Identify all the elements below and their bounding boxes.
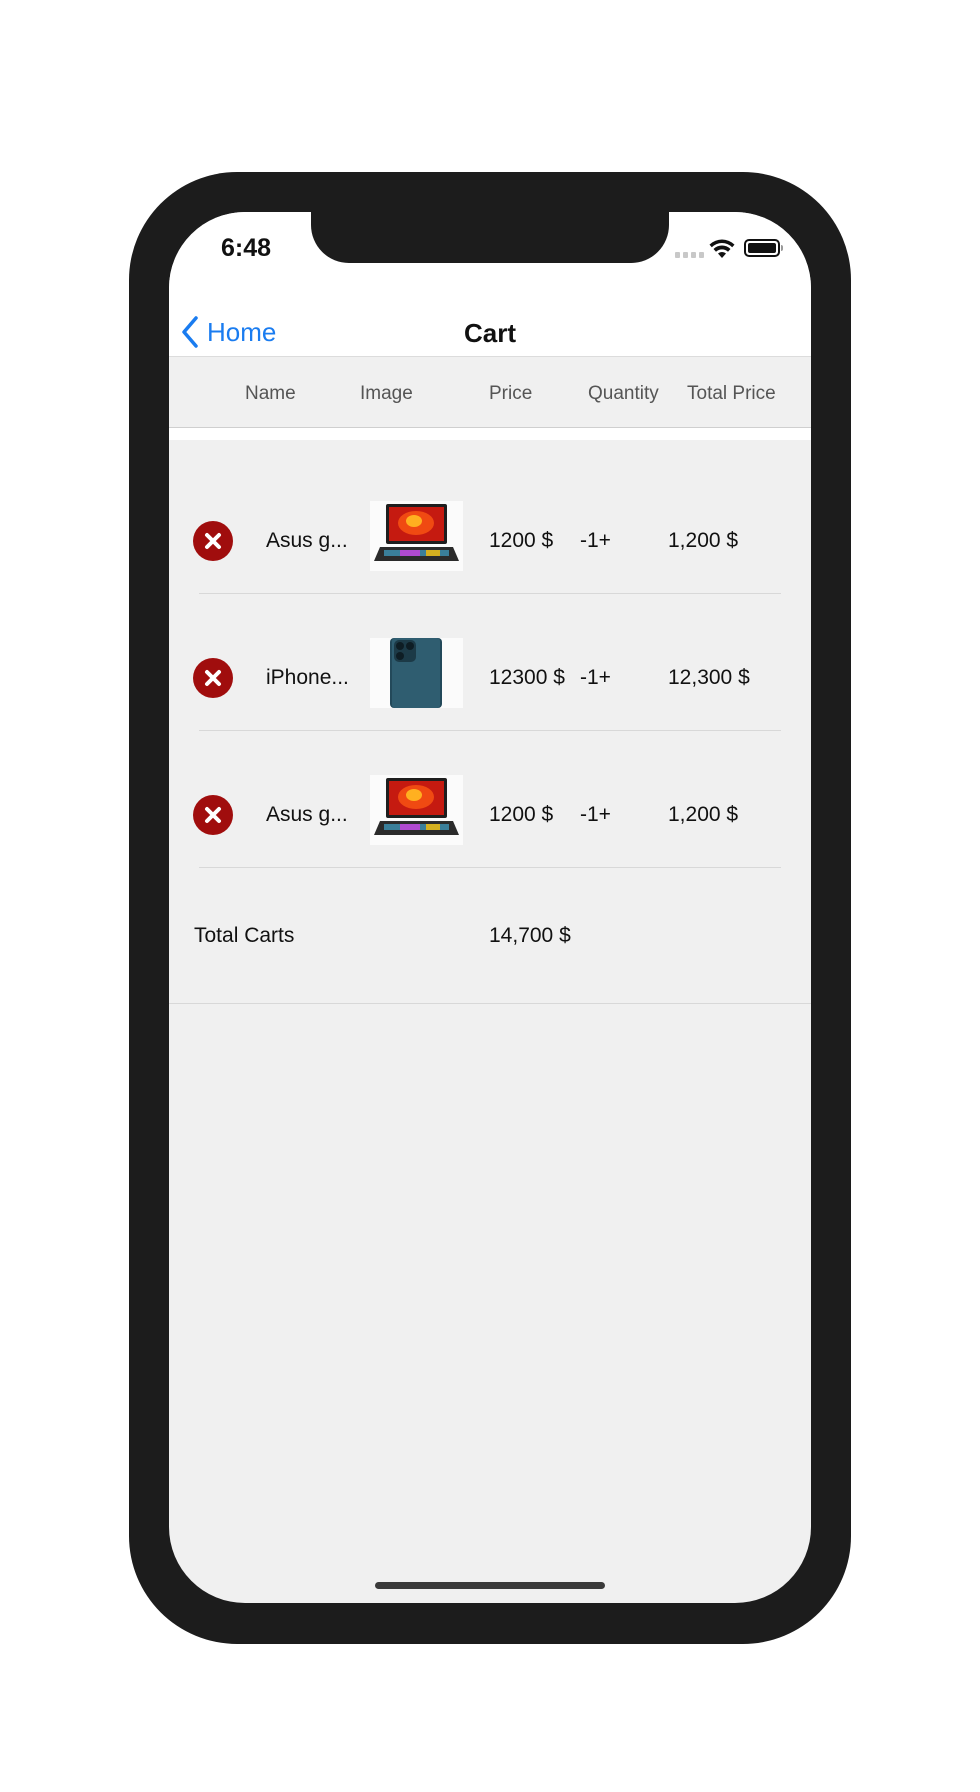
phone-product-image	[370, 638, 463, 708]
remove-item-button[interactable]	[193, 521, 233, 561]
item-price: 1200 $	[489, 803, 554, 826]
laptop-product-image	[370, 775, 463, 845]
item-name: Asus g...	[266, 803, 348, 826]
item-name: iPhone...	[266, 666, 349, 689]
column-header-total-price: Total Price	[687, 383, 776, 404]
row-divider	[199, 730, 781, 731]
cart-row: Asus g... 1200 $ -1+ 1,200 $	[169, 501, 811, 650]
row-divider	[199, 593, 781, 594]
item-total-price: 1,200 $	[668, 529, 739, 552]
app-screen: 6:48 Home Cart Name Image Price Quantity…	[169, 212, 811, 1603]
quantity-stepper[interactable]: -1+	[580, 803, 611, 827]
phone-frame: 6:48 Home Cart Name Image Price Quantity…	[129, 172, 851, 1644]
row-divider	[199, 867, 781, 868]
table-header: Name Image Price Quantity Total Price	[169, 356, 811, 428]
cart-row: iPhone... 12300 $ -1+ 12,300 $	[169, 638, 811, 787]
column-header-image: Image	[360, 383, 413, 404]
cart-total-row: Total Carts 14,700 $	[169, 924, 811, 1004]
remove-item-button[interactable]	[193, 658, 233, 698]
page-title: Cart	[463, 318, 516, 348]
close-icon	[205, 807, 221, 823]
close-icon	[205, 533, 221, 549]
cart-row: Asus g... 1200 $ -1+ 1,200 $	[169, 775, 811, 924]
total-carts-label: Total Carts	[194, 924, 295, 947]
column-header-quantity: Quantity	[588, 383, 659, 404]
column-header-price: Price	[489, 383, 533, 404]
home-indicator	[375, 1582, 605, 1589]
status-time: 6:48	[221, 234, 272, 262]
notch	[311, 212, 669, 263]
total-carts-value: 14,700 $	[489, 924, 571, 947]
wifi-icon	[709, 239, 735, 258]
cart-list: Asus g... 1200 $ -1+ 1,200 $ iPhone... 1…	[169, 501, 811, 1004]
quantity-stepper[interactable]: -1+	[580, 666, 611, 690]
remove-item-button[interactable]	[193, 795, 233, 835]
quantity-stepper[interactable]: -1+	[580, 529, 611, 553]
item-total-price: 1,200 $	[668, 803, 739, 826]
battery-icon	[744, 239, 783, 257]
column-header-name: Name	[245, 383, 296, 404]
item-price: 12300 $	[489, 666, 565, 689]
item-total-price: 12,300 $	[668, 666, 750, 689]
item-name: Asus g...	[266, 529, 348, 552]
laptop-product-image	[370, 501, 463, 571]
close-icon	[205, 670, 221, 686]
cellular-signal-icon	[675, 252, 704, 258]
item-price: 1200 $	[489, 529, 554, 552]
